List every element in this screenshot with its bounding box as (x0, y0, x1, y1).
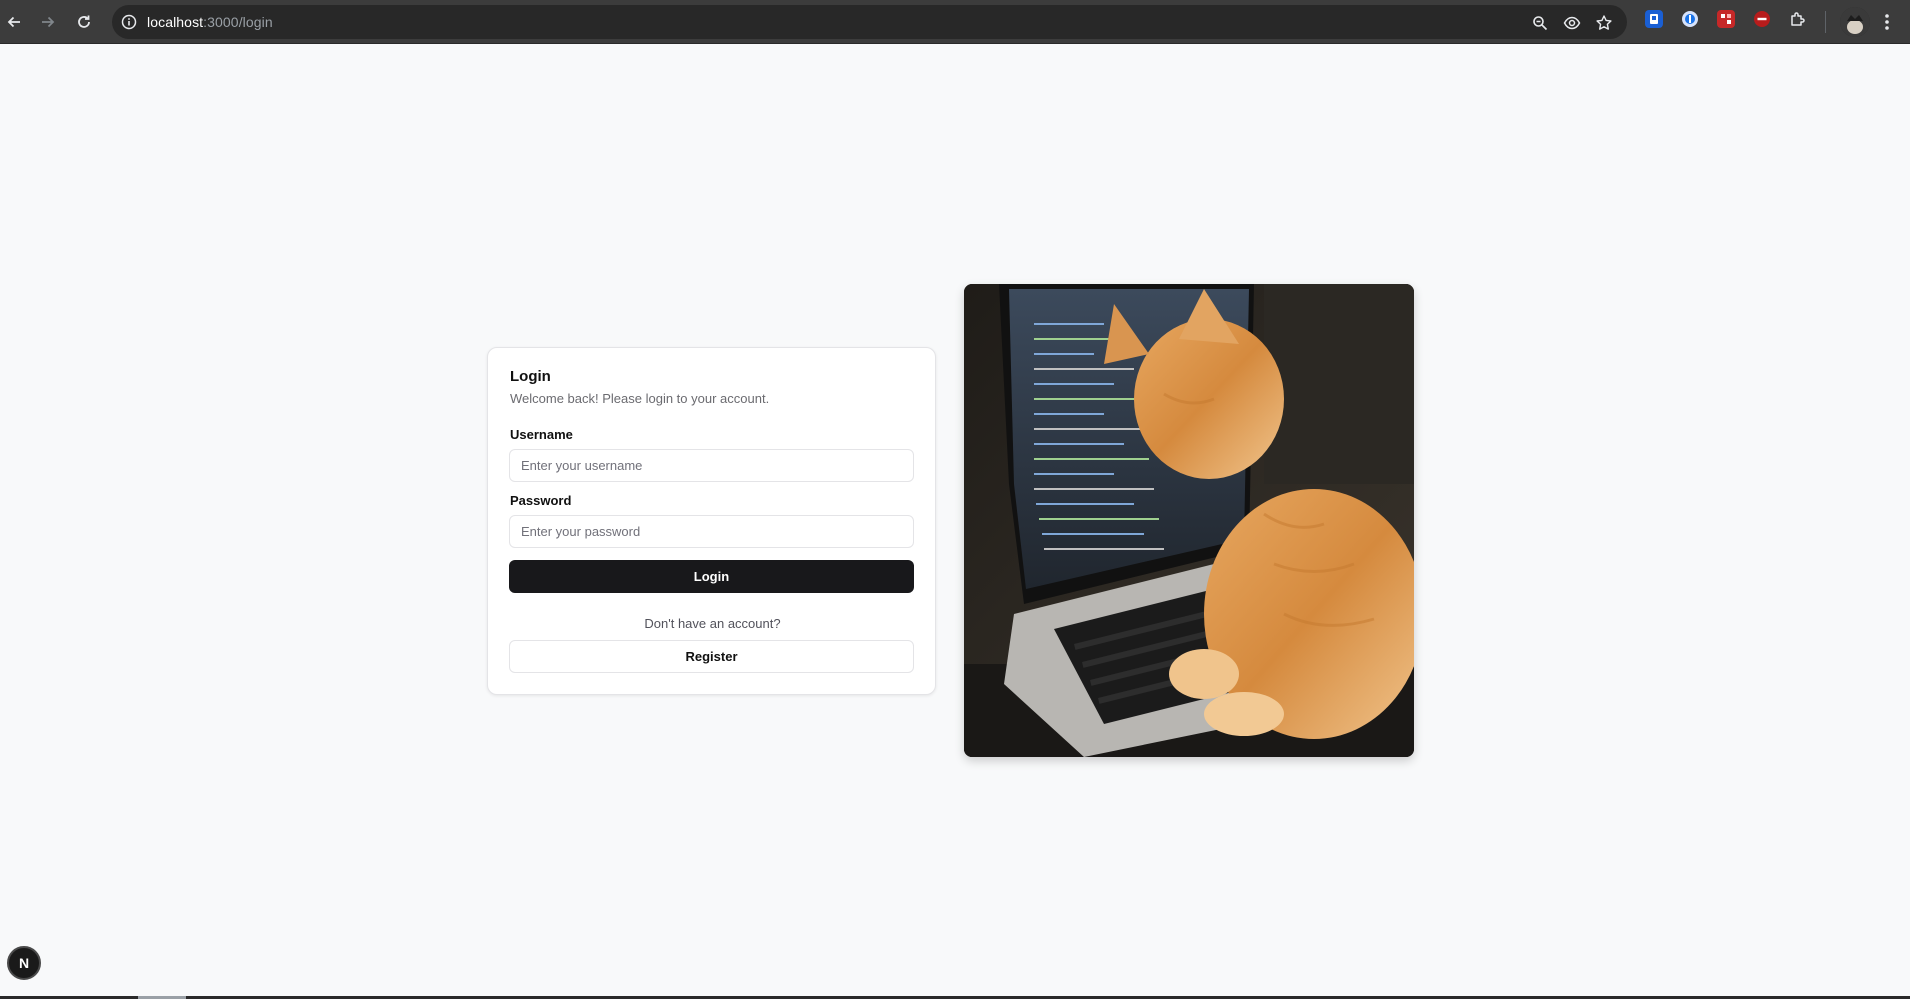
url-host: localhost (147, 14, 204, 30)
eye-icon[interactable] (1563, 14, 1581, 32)
forward-arrow-icon (42, 16, 55, 28)
password-input[interactable] (509, 515, 914, 548)
extensions-puzzle-icon[interactable] (1789, 10, 1807, 28)
extension-3-icon[interactable] (1717, 10, 1735, 28)
username-label: Username (510, 427, 573, 442)
browser-toolbar: localhost:3000/login (0, 0, 1910, 44)
login-button[interactable]: Login (509, 560, 914, 593)
cat-laptop-image (964, 284, 1414, 757)
login-card: Login Welcome back! Please login to your… (487, 347, 936, 695)
extension-4-icon[interactable] (1753, 10, 1771, 28)
forward-button[interactable] (34, 8, 62, 36)
zoom-icon[interactable] (1531, 14, 1549, 32)
kebab-menu-icon[interactable] (1880, 10, 1894, 34)
toolbar-divider (1825, 11, 1826, 33)
register-button[interactable]: Register (509, 640, 914, 673)
bookmark-star-icon[interactable] (1595, 14, 1613, 32)
username-input[interactable] (509, 449, 914, 482)
profile-avatar[interactable] (1840, 7, 1870, 37)
nextjs-dev-indicator[interactable]: N (7, 946, 41, 980)
card-description: Welcome back! Please login to your accou… (510, 391, 770, 406)
site-info-icon[interactable] (120, 13, 138, 31)
reload-button[interactable] (70, 8, 98, 36)
back-button[interactable] (0, 8, 28, 36)
card-title: Login (510, 368, 551, 385)
reload-icon (78, 15, 90, 28)
no-account-text: Don't have an account? (644, 616, 781, 631)
password-label: Password (510, 493, 572, 508)
extension-2-icon[interactable] (1681, 10, 1699, 28)
extension-1-icon[interactable] (1645, 10, 1663, 28)
back-arrow-icon (7, 16, 20, 28)
url-path: :3000/login (203, 14, 273, 30)
address-bar[interactable]: localhost:3000/login (112, 5, 1627, 39)
url-text[interactable]: localhost:3000/login (147, 14, 273, 30)
